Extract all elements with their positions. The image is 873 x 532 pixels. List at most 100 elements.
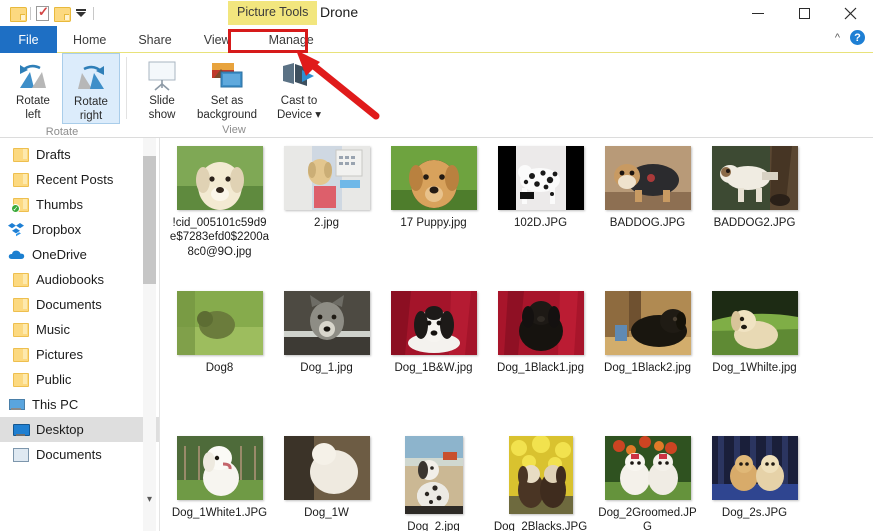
file-item[interactable]: BADDOG2.JPG (701, 146, 808, 291)
collapse-ribbon-icon[interactable]: ^ (835, 32, 840, 44)
sidebar-item-thumbs[interactable]: ✓ Thumbs (0, 192, 160, 217)
contextual-tab-picture-tools[interactable]: Picture Tools (228, 1, 318, 25)
file-name: Dog_1B&W.jpg (394, 362, 473, 374)
slide-show-button[interactable]: Slide show (133, 53, 191, 122)
file-thumbnail (176, 436, 263, 500)
qat-divider (30, 6, 31, 20)
file-thumbnail (711, 436, 798, 500)
folder-icon (12, 297, 29, 312)
maximize-button[interactable] (781, 0, 827, 26)
file-thumbnail (711, 291, 798, 355)
folder-icon[interactable] (54, 6, 71, 22)
file-item[interactable]: BADDOG.JPG (594, 146, 701, 291)
ribbon-group-divider (126, 57, 127, 119)
title-bar: Picture Tools Drone (0, 0, 873, 26)
rotate-left-button[interactable]: Rotate left (4, 53, 62, 124)
properties-icon[interactable] (36, 4, 49, 21)
scrollbar-thumb[interactable] (143, 156, 156, 284)
file-name: Dog_2Groomed.JPG (598, 507, 697, 531)
explorer-body: Drafts Recent Posts ✓ Thumbs Dropbox One… (0, 138, 873, 531)
sidebar-item-documents[interactable]: Documents (0, 292, 160, 317)
cast-to-device-button[interactable]: Cast to Device ▾ (263, 53, 335, 122)
file-name: 17 Puppy.jpg (400, 217, 467, 229)
file-item[interactable]: Dog_1B&W.jpg (380, 291, 487, 403)
navigation-scrollbar[interactable]: ▾ (143, 138, 156, 531)
rotate-right-label-2: right (79, 109, 103, 122)
sidebar-item-onedrive[interactable]: OneDrive (0, 242, 160, 267)
file-name: Dog_2s.JPG (721, 507, 788, 519)
tab-share[interactable]: Share (122, 26, 187, 53)
sidebar-item-this-pc[interactable]: This PC (0, 392, 160, 417)
file-name: BADDOG2.JPG (713, 217, 796, 229)
folder-icon (12, 272, 29, 287)
tab-view[interactable]: View (188, 26, 247, 53)
file-thumbnail (497, 146, 584, 210)
sidebar-item-recent-posts[interactable]: Recent Posts (0, 167, 160, 192)
file-item[interactable]: Dog_1White1.JPG (166, 436, 273, 531)
sidebar-item-label: Dropbox (32, 222, 82, 237)
file-item[interactable]: 2.jpg (273, 146, 380, 291)
file-thumbnail (508, 436, 573, 514)
folder-icon (12, 147, 29, 162)
file-thumbnail (390, 146, 477, 210)
file-item[interactable]: Dog8 (166, 291, 273, 436)
file-item[interactable]: Dog_1.jpg (273, 291, 380, 403)
file-thumbnail (497, 291, 584, 355)
file-item[interactable]: Dog_2.jpg (380, 436, 487, 531)
ribbon-right-controls: ^ ? (835, 30, 865, 45)
file-thumbnail (176, 291, 263, 355)
file-item[interactable]: Dog_1W (273, 436, 380, 531)
file-item[interactable]: Dog_1Black1.jpg (487, 291, 594, 403)
file-item[interactable]: 102D.JPG (487, 146, 594, 291)
close-button[interactable] (827, 0, 873, 26)
file-item[interactable]: Dog_1Black2.jpg (594, 291, 701, 403)
sidebar-item-label: Music (36, 322, 70, 337)
ribbon-group-label-view: View (222, 124, 246, 137)
file-name: BADDOG.JPG (609, 217, 686, 229)
sidebar-item-pictures[interactable]: Pictures (0, 342, 160, 367)
dropbox-icon (8, 222, 25, 237)
window-controls (735, 0, 873, 26)
tab-file[interactable]: File (0, 26, 57, 53)
file-thumbnail (390, 291, 477, 355)
new-folder-icon[interactable] (10, 6, 27, 22)
file-item[interactable]: Dog_1Whilte.jpg (701, 291, 808, 403)
file-name: 102D.JPG (513, 217, 568, 229)
sidebar-item-dropbox[interactable]: Dropbox (0, 217, 160, 242)
chevron-down-icon[interactable]: ▾ (143, 491, 156, 507)
sidebar-item-audiobooks[interactable]: Audiobooks (0, 267, 160, 292)
customize-qat-icon[interactable] (74, 9, 88, 17)
file-name: Dog_1.jpg (300, 362, 353, 374)
minimize-button[interactable] (735, 0, 781, 26)
file-explorer-window: Picture Tools Drone File Home Share View… (0, 0, 873, 532)
set-as-background-button[interactable]: Set as background (191, 53, 263, 122)
tab-manage[interactable]: Manage (247, 26, 336, 53)
file-item[interactable]: Dog_2s.JPG (701, 436, 808, 531)
rotate-left-label-1: Rotate (16, 95, 50, 107)
sidebar-item-desktop[interactable]: Desktop (0, 417, 160, 442)
rotate-left-label-2: left (25, 108, 41, 121)
sidebar-item-public[interactable]: Public (0, 367, 160, 392)
file-item[interactable]: !cid_005101c59d9e$7283efd0$2200a8c0@9O.j… (166, 146, 273, 291)
sidebar-item-label: OneDrive (32, 247, 87, 262)
sidebar-item-music[interactable]: Music (0, 317, 160, 342)
navigation-pane: Drafts Recent Posts ✓ Thumbs Dropbox One… (0, 138, 160, 531)
file-item[interactable]: Dog_2Groomed.JPG (594, 436, 701, 531)
rotate-right-button[interactable]: Rotate right (62, 53, 120, 125)
slide-show-label-1: Slide (149, 95, 175, 107)
file-item[interactable]: Dog_2Blacks.JPG (487, 436, 594, 531)
sidebar-item-label: Documents (36, 297, 102, 312)
documents-icon (12, 447, 29, 462)
sidebar-item-documents-pc[interactable]: Documents (0, 442, 160, 467)
file-thumbnail (604, 291, 691, 355)
tab-home[interactable]: Home (57, 26, 122, 53)
sidebar-item-label: Public (36, 372, 72, 387)
file-item[interactable]: 17 Puppy.jpg (380, 146, 487, 291)
file-list-view[interactable]: !cid_005101c59d9e$7283efd0$2200a8c0@9O.j… (160, 138, 873, 531)
folder-icon (12, 372, 29, 387)
help-icon[interactable]: ? (850, 30, 865, 45)
cast-to-device-label-1: Cast to (280, 95, 318, 107)
sidebar-item-drafts[interactable]: Drafts (0, 142, 160, 167)
sidebar-item-label: Desktop (36, 422, 84, 437)
qat-divider-2 (93, 6, 94, 20)
